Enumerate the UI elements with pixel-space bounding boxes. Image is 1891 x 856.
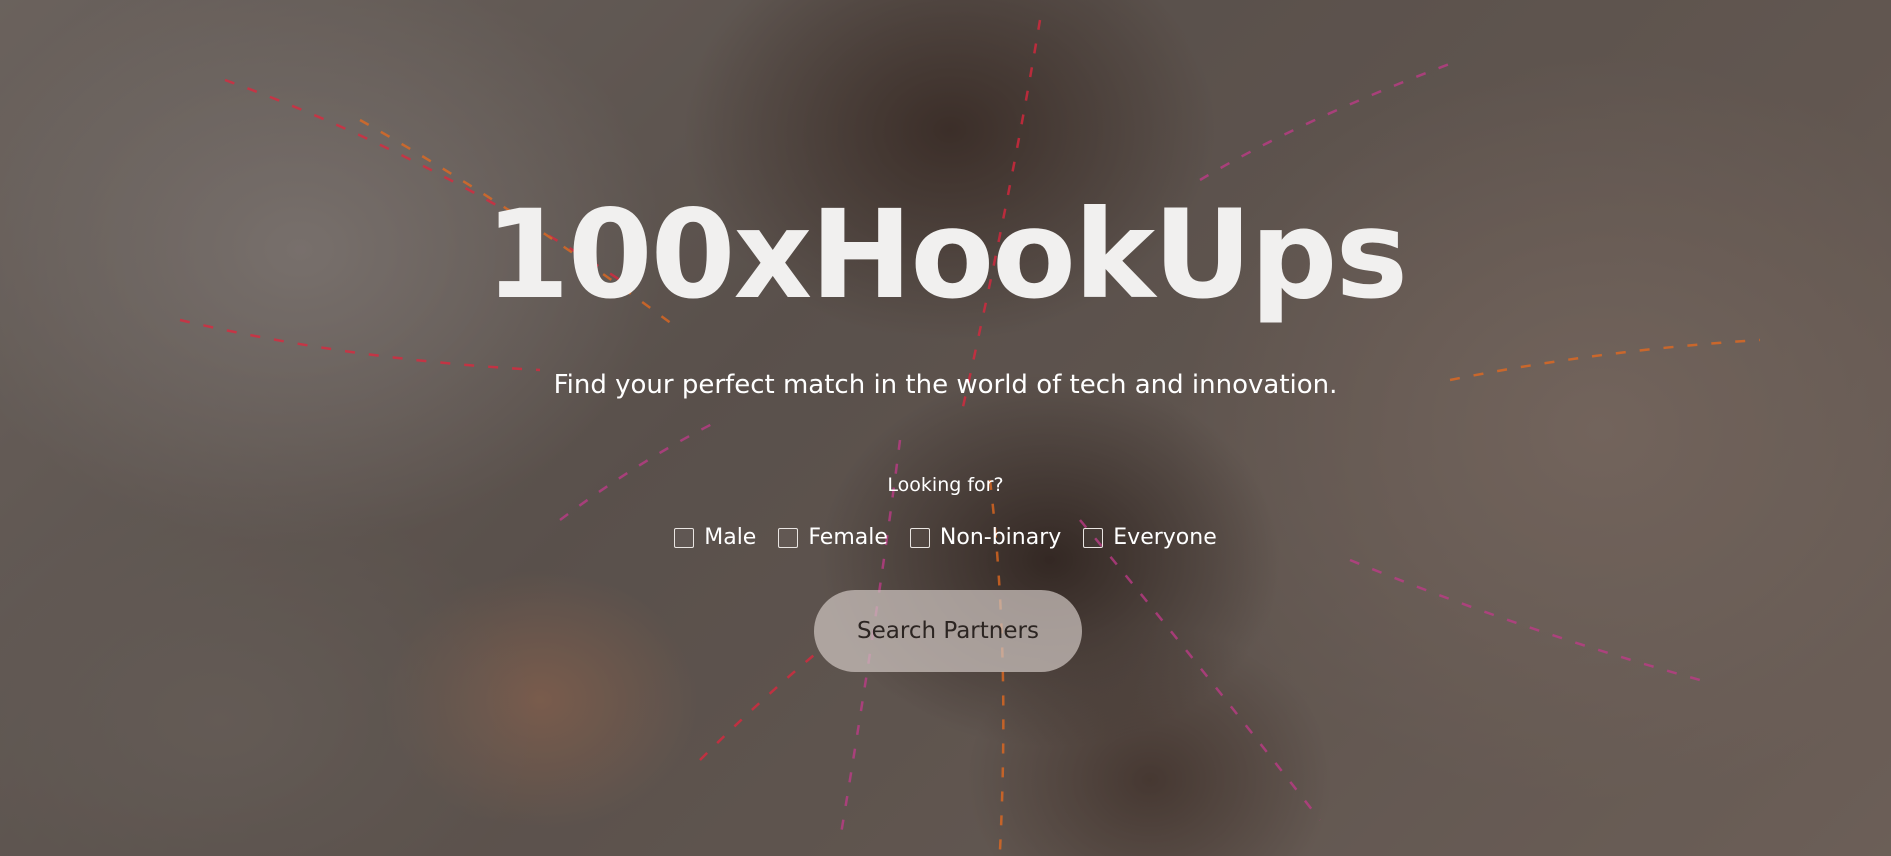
looking-for-label: Looking for?: [887, 474, 1004, 496]
preference-options: Male Female Non-binary Everyone: [0, 524, 1891, 552]
hero-section: 100xHookUps Find your perfect match in t…: [0, 0, 1891, 856]
option-label: Everyone: [1113, 525, 1217, 550]
option-non-binary[interactable]: Non-binary: [909, 524, 1062, 552]
search-partners-button[interactable]: Search Partners: [814, 590, 1082, 672]
option-male[interactable]: Male: [674, 524, 756, 552]
option-label: Non-binary: [939, 525, 1062, 550]
page-subtitle: Find your perfect match in the world of …: [553, 370, 1338, 400]
everyone-checkbox[interactable]: [1083, 528, 1104, 548]
option-label: Male: [704, 525, 757, 550]
option-label: Female: [808, 525, 888, 550]
hero-content: 100xHookUps Find your perfect match in t…: [0, 0, 1891, 856]
female-checkbox[interactable]: [778, 528, 799, 548]
option-everyone[interactable]: Everyone: [1083, 524, 1217, 552]
page-title: 100xHookUps: [484, 184, 1408, 326]
non-binary-checkbox[interactable]: [909, 528, 930, 548]
male-checkbox[interactable]: [674, 528, 695, 548]
option-female[interactable]: Female: [778, 524, 888, 552]
